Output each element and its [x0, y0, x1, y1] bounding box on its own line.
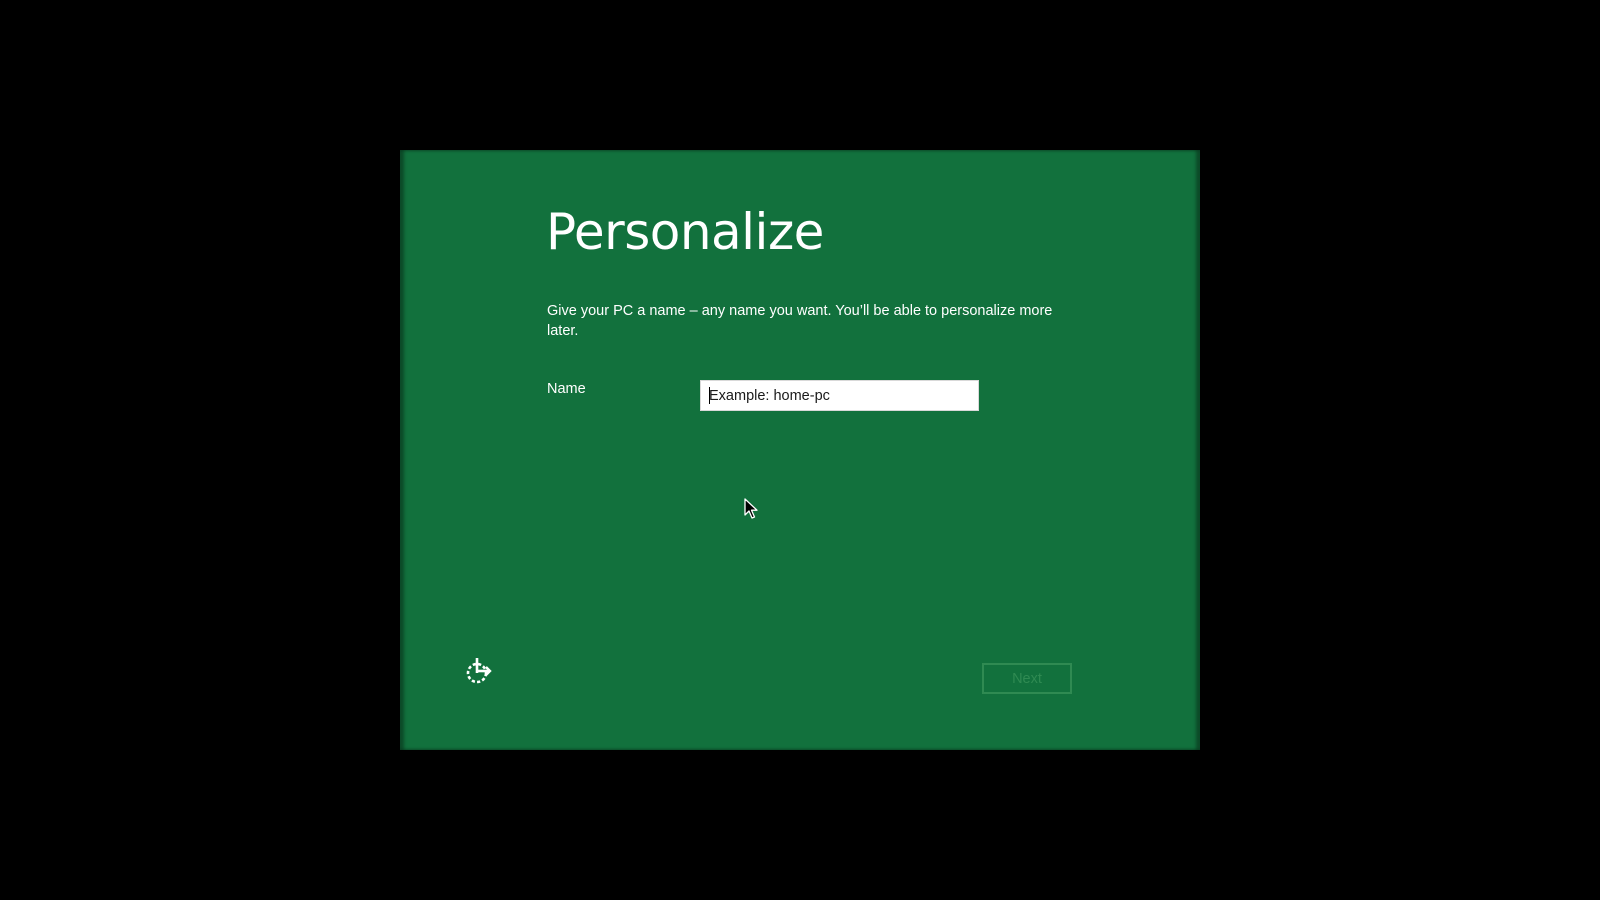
- mouse-pointer-icon: [744, 498, 758, 520]
- screen: Personalize Give your PC a name – any na…: [0, 0, 1600, 900]
- description-text: Give your PC a name – any name you want.…: [547, 303, 1053, 339]
- ease-of-access-icon[interactable]: [464, 656, 494, 686]
- pc-name-input[interactable]: [700, 380, 979, 411]
- name-label: Name: [547, 381, 586, 397]
- page-title: Personalize: [546, 203, 824, 261]
- next-button[interactable]: Next: [982, 663, 1072, 694]
- setup-panel: Personalize Give your PC a name – any na…: [400, 150, 1200, 750]
- text-caret: [709, 387, 710, 404]
